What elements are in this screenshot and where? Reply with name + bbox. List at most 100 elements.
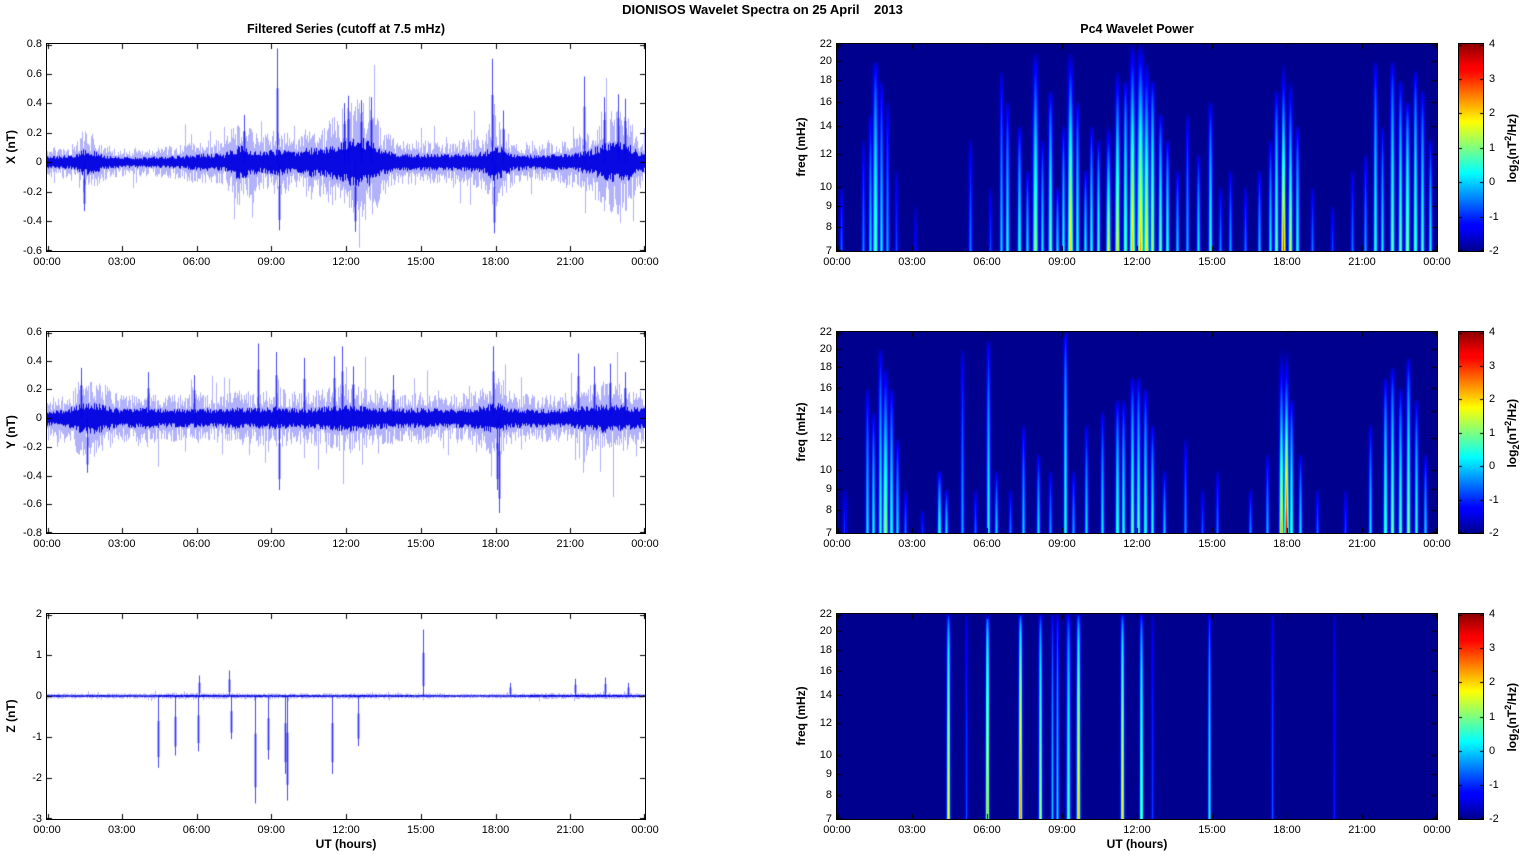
x-tick-label: 00:00: [1423, 256, 1451, 268]
x-tick-label: 06:00: [973, 824, 1001, 836]
colorbar-tick-label: -1: [1489, 493, 1499, 506]
x-tick-label: 03:00: [898, 824, 926, 836]
colorbar-tick-label: 4: [1489, 608, 1496, 620]
x-wavelet-canvas: [837, 44, 1437, 251]
colorbar-tick-label: 4: [1489, 38, 1496, 50]
y-wavelet-ylabel: freq (mHz): [794, 401, 808, 462]
colorbar-tick-label: 3: [1489, 72, 1496, 85]
x-wavelet-plot: [836, 43, 1438, 252]
x-tick-label: 21:00: [1348, 538, 1376, 550]
freq-tick-label: 8: [825, 789, 832, 802]
x-tick-label: 03:00: [107, 256, 136, 268]
x-tick-label: 00:00: [1423, 538, 1451, 550]
x-tick-label: 00:00: [823, 256, 851, 268]
x-tick-label: 15:00: [1198, 824, 1226, 836]
freq-tick-label: 18: [819, 643, 832, 656]
freq-tick-label: 22: [819, 38, 832, 50]
y-tick-label: 2: [35, 608, 42, 620]
x-tick-label: 18:00: [1273, 824, 1301, 836]
freq-tick-label: 8: [825, 220, 832, 233]
freq-tick-label: 18: [819, 74, 832, 87]
x-tick-label: 03:00: [107, 538, 136, 550]
colorbar-label: log2(nT2/Hz): [1502, 398, 1522, 468]
colorbar-tick-label: -2: [1489, 813, 1499, 825]
x-tick-label: 15:00: [406, 538, 435, 550]
x-tick-label: 03:00: [898, 256, 926, 268]
y-wavelet-colorbar: [1458, 331, 1484, 534]
x-tick-label: 00:00: [631, 538, 659, 550]
figure-root: DIONISOS Wavelet Spectra on 25 April 201…: [0, 0, 1525, 854]
colorbar-tick-label: -2: [1489, 527, 1499, 539]
x-tick-label: 21:00: [556, 256, 585, 268]
x-tick-label: 06:00: [973, 256, 1001, 268]
left-column-title: Filtered Series (cutoff at 7.5 mHz): [247, 22, 445, 36]
freq-tick-label: 20: [819, 342, 832, 355]
z-wavelet-colorbar: [1458, 613, 1484, 820]
x-tick-label: 03:00: [898, 538, 926, 550]
y-series-ylabel: Y (nT): [4, 414, 18, 449]
z-series-canvas: [47, 614, 645, 819]
y-tick-label: -0.6: [23, 498, 42, 511]
x-tick-label: 12:00: [332, 824, 360, 836]
x-tick-label: 00:00: [823, 824, 851, 836]
z-wavelet-ylabel: freq (mHz): [794, 685, 808, 746]
y-wavelet-plot: [836, 331, 1438, 534]
colorbar-label: log2(nT2/Hz): [1502, 113, 1522, 183]
x-series-ylabel: X (nT): [4, 129, 18, 164]
x-series-canvas: [47, 44, 645, 251]
x-tick-label: 12:00: [332, 538, 360, 550]
x-tick-label: 12:00: [1123, 256, 1151, 268]
colorbar-tick-label: -1: [1489, 778, 1499, 791]
x-tick-label: 06:00: [182, 824, 211, 836]
x-tick-label: 09:00: [1048, 256, 1076, 268]
x-tick-label: 09:00: [257, 256, 286, 268]
x-tick-label: 21:00: [1348, 824, 1376, 836]
figure-title: DIONISOS Wavelet Spectra on 25 April 201…: [622, 2, 903, 17]
freq-tick-label: 22: [819, 326, 832, 338]
colorbar-label: log2(nT2/Hz): [1502, 682, 1522, 752]
y-tick-label: 0.6: [26, 326, 42, 338]
x-wavelet-ylabel: freq (mHz): [794, 116, 808, 177]
colorbar-tick-label: -1: [1489, 210, 1499, 223]
x-tick-label: 15:00: [1198, 256, 1226, 268]
z-wavelet-canvas: [837, 614, 1437, 819]
right-xaxis-label: UT (hours): [1106, 837, 1168, 851]
z-series-ylabel: Z (nT): [4, 698, 18, 733]
x-tick-label: 12:00: [1123, 538, 1151, 550]
x-tick-label: 15:00: [406, 824, 435, 836]
x-tick-label: 09:00: [1048, 538, 1076, 550]
freq-tick-label: 22: [819, 608, 832, 620]
x-tick-label: 12:00: [332, 256, 360, 268]
x-tick-label: 21:00: [556, 824, 585, 836]
freq-tick-label: 20: [819, 625, 832, 638]
x-tick-label: 18:00: [1273, 538, 1301, 550]
y-series-plot: [46, 331, 646, 534]
x-tick-label: 00:00: [631, 824, 659, 836]
x-tick-label: 00:00: [33, 824, 61, 836]
colorbar-tick-label: -2: [1489, 245, 1499, 257]
z-wavelet-plot: [836, 613, 1438, 820]
x-tick-label: 03:00: [107, 824, 136, 836]
y-wavelet-colorbar-canvas: [1459, 332, 1483, 533]
x-wavelet-colorbar: [1458, 43, 1484, 252]
left-xaxis-label: UT (hours): [315, 837, 377, 851]
right-column-title: Pc4 Wavelet Power: [1080, 22, 1194, 36]
y-wavelet-canvas: [837, 332, 1437, 533]
x-tick-label: 21:00: [1348, 256, 1376, 268]
x-tick-label: 18:00: [481, 538, 510, 550]
x-series-plot: [46, 43, 646, 252]
x-tick-label: 21:00: [556, 538, 585, 550]
x-tick-label: 00:00: [631, 256, 659, 268]
x-tick-label: 18:00: [1273, 256, 1301, 268]
colorbar-tick-label: 4: [1489, 326, 1496, 338]
x-tick-label: 00:00: [33, 256, 61, 268]
x-tick-label: 18:00: [481, 256, 510, 268]
x-tick-label: 09:00: [257, 538, 286, 550]
x-tick-label: 15:00: [406, 256, 435, 268]
y-tick-label: 0.6: [26, 67, 42, 80]
x-tick-label: 06:00: [182, 256, 211, 268]
x-tick-label: 00:00: [1423, 824, 1451, 836]
x-tick-label: 12:00: [1123, 824, 1151, 836]
x-tick-label: 06:00: [973, 538, 1001, 550]
y-tick-label: 0.4: [26, 354, 42, 367]
